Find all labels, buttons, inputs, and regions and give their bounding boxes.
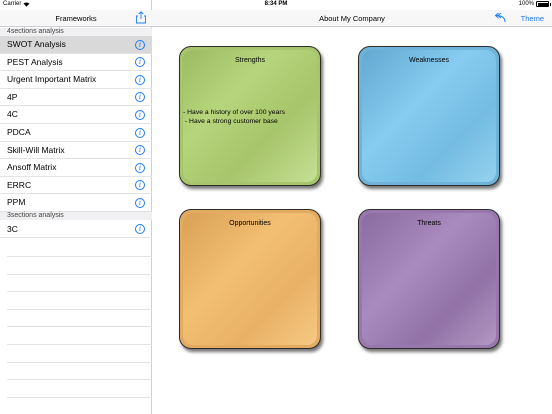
sidebar-item-label: Urgent Important Matrix: [7, 74, 97, 85]
status-right: 100%: [518, 1, 551, 7]
sidebar-item-label: SWOT Analysis: [7, 39, 66, 49]
card-title: Strengths: [235, 57, 265, 64]
sidebar-item-ppm[interactable]: PPM i: [0, 194, 152, 212]
empty-row-separator: [7, 344, 152, 345]
info-icon[interactable]: i: [135, 180, 145, 191]
sidebar-item-ansoff-matrix[interactable]: Ansoff Matrix i: [0, 159, 152, 177]
battery-percent: 100%: [518, 1, 534, 7]
info-icon[interactable]: i: [135, 162, 145, 173]
undo-arrow-icon[interactable]: [492, 12, 506, 23]
status-bar: Carrier 8:34 PM 100%: [0, 0, 552, 10]
share-icon[interactable]: [135, 11, 147, 24]
info-icon[interactable]: i: [135, 74, 145, 85]
info-icon[interactable]: i: [135, 57, 145, 68]
empty-row-separator: [7, 326, 152, 328]
sidebar-item-label: Skill-Will Matrix: [7, 144, 65, 155]
sidebar-item-4c[interactable]: 4C i: [0, 106, 152, 124]
sidebar-item-label: 3C: [7, 223, 18, 234]
card-surface: [362, 213, 496, 345]
sidebar-item-label: PDCA: [7, 127, 31, 137]
empty-row-separator: [7, 256, 152, 257]
sidebar-item-pdca[interactable]: PDCA i: [0, 124, 152, 142]
info-icon[interactable]: i: [135, 197, 145, 208]
empty-row-separator: [7, 396, 152, 398]
card-title: Opportunities: [229, 220, 271, 227]
main-nav-bar: About My Company Theme: [152, 10, 552, 27]
sidebar-item-pest-analysis[interactable]: PEST Analysis i: [0, 54, 152, 72]
empty-row-separator: [7, 361, 152, 363]
empty-row-separator: [7, 308, 152, 310]
sidebar-item-label: PEST Analysis: [7, 56, 63, 67]
card-body[interactable]: - Have a history of over 100 years - Hav…: [183, 109, 285, 126]
section-header-4sections: 4sections analysis: [0, 28, 152, 36]
opportunities-card[interactable]: Opportunities: [179, 209, 321, 349]
sidebar-item-4p[interactable]: 4P i: [0, 89, 152, 107]
sidebar-item-swot-analysis[interactable]: SWOT Analysis i: [0, 36, 152, 54]
empty-row-separator: [7, 379, 152, 381]
sidebar-item-skill-will-matrix[interactable]: Skill-Will Matrix i: [0, 142, 152, 160]
sidebar-item-label: ERRC: [7, 179, 32, 190]
sidebar: Frameworks 4sections analysis SWOT Analy…: [0, 0, 152, 414]
info-icon[interactable]: i: [135, 39, 145, 50]
empty-row-separator: [7, 273, 152, 275]
threats-card[interactable]: Threats: [358, 209, 500, 349]
main-pane: About My Company Theme Strengths - Have …: [152, 0, 552, 414]
sidebar-item-urgent-important-matrix[interactable]: Urgent Important Matrix i: [0, 71, 152, 89]
theme-button[interactable]: Theme: [521, 14, 544, 23]
info-icon[interactable]: i: [135, 109, 145, 120]
section-header-3sections: 3sections analysis: [0, 212, 152, 220]
status-time: 8:34 PM: [264, 1, 288, 7]
card-title: Weaknesses: [409, 57, 449, 64]
info-icon[interactable]: i: [135, 224, 145, 234]
card-surface: [362, 50, 496, 182]
sidebar-item-3c[interactable]: 3C i: [0, 221, 152, 239]
strengths-card[interactable]: Strengths - Have a history of over 100 y…: [179, 46, 321, 186]
card-surface: [183, 213, 317, 345]
info-icon[interactable]: i: [135, 145, 145, 156]
sidebar-item-errc[interactable]: ERRC i: [0, 177, 152, 195]
sidebar-title: Frameworks: [55, 14, 97, 23]
weaknesses-card[interactable]: Weaknesses: [358, 46, 500, 186]
sidebar-item-label: PPM: [7, 197, 26, 208]
sidebar-item-label: 4P: [7, 91, 18, 102]
empty-row-separator: [7, 291, 152, 293]
info-icon[interactable]: i: [135, 92, 145, 103]
sidebar-item-label: Ansoff Matrix: [7, 162, 57, 173]
app-root: Frameworks 4sections analysis SWOT Analy…: [0, 0, 552, 414]
sidebar-item-label: 4C: [7, 109, 18, 120]
sidebar-nav-bar: Frameworks: [0, 10, 152, 27]
card-title: Threats: [417, 220, 441, 227]
info-icon[interactable]: i: [135, 127, 145, 138]
battery-icon: [536, 1, 551, 7]
